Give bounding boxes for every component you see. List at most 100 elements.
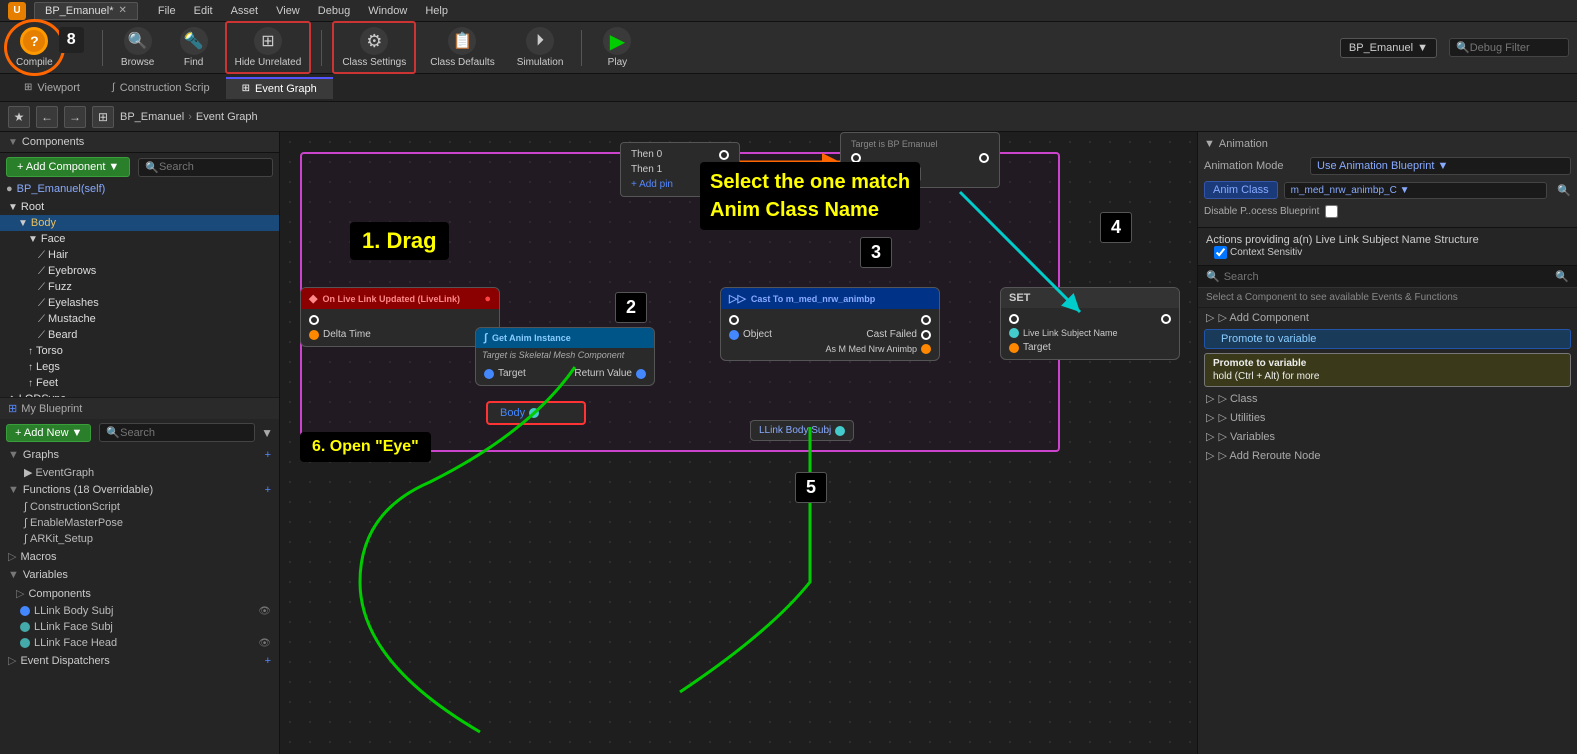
body-sub-node[interactable]: Body xyxy=(486,401,586,425)
promote-to-variable-item[interactable]: Promote to variable xyxy=(1204,329,1571,349)
simulation-icon: ⏵ xyxy=(526,27,554,55)
node-set[interactable]: SET Live Link Subject Name Target xyxy=(1000,287,1180,360)
tree-eyebrows[interactable]: ⟋ Eyebrows xyxy=(0,263,279,279)
menu-view[interactable]: View xyxy=(268,3,308,19)
actions-search-input[interactable] xyxy=(1224,271,1552,283)
class-settings-button[interactable]: ⚙ Class Settings xyxy=(332,21,416,74)
menu-debug[interactable]: Debug xyxy=(310,3,358,19)
menu-asset[interactable]: Asset xyxy=(223,3,267,19)
menu-edit[interactable]: Edit xyxy=(186,3,221,19)
llink-face-head-item[interactable]: LLink Face Head 👁 xyxy=(0,635,279,651)
breadcrumb-forward[interactable]: → xyxy=(64,106,86,128)
add-component-category[interactable]: ▷ ▷ Add Component xyxy=(1198,308,1577,327)
tree-face[interactable]: ▼ Face xyxy=(0,231,279,247)
tab-event-graph[interactable]: ⊞ Event Graph xyxy=(226,77,333,99)
tree-body[interactable]: ▼ Body xyxy=(0,215,279,231)
breadcrumb-graph[interactable]: Event Graph xyxy=(196,111,258,123)
tree-beard[interactable]: ⟋ Beard xyxy=(0,327,279,343)
component-tree: ▼ Root ▼ Body ▼ Face ⟋ Hair ⟋ xyxy=(0,197,279,397)
llink-face-subj-item[interactable]: LLink Face Subj xyxy=(0,619,279,635)
component-search-input[interactable] xyxy=(159,161,266,173)
simulation-button[interactable]: ⏵ Simulation xyxy=(509,23,572,72)
ll-close[interactable]: ● xyxy=(484,293,491,305)
node-get-anim[interactable]: ∫ Get Anim Instance Target is Skeletal M… xyxy=(475,327,655,386)
event-dispatchers-section[interactable]: ▷ Event Dispatchers + xyxy=(0,651,279,670)
tree-root[interactable]: ▼ Root xyxy=(0,199,279,215)
bp-dropdown-arrow[interactable]: ▼ xyxy=(1417,42,1428,54)
compile-button[interactable]: ? Compile xyxy=(8,23,61,72)
functions-add-btn[interactable]: + xyxy=(265,484,271,496)
tab-construction[interactable]: ∫ Construction Scrip xyxy=(96,78,226,98)
menu-help[interactable]: Help xyxy=(417,3,456,19)
anim-mode-dropdown[interactable]: Use Animation Blueprint ▼ xyxy=(1310,157,1571,175)
tree-lod-sync[interactable]: ◆ LODSync xyxy=(0,391,279,397)
llink-face-head-eye[interactable]: 👁 xyxy=(258,638,271,649)
breadcrumb-bp[interactable]: BP_Emanuel xyxy=(120,111,184,123)
menu-file[interactable]: File xyxy=(150,3,184,19)
anim-collapse[interactable]: ▼ xyxy=(1204,138,1215,150)
add-component-button[interactable]: + Add Component ▼ xyxy=(6,157,130,177)
component-search[interactable]: 🔍 xyxy=(138,158,273,177)
select-text: Select the one match xyxy=(710,168,910,196)
debug-filter-input[interactable] xyxy=(1470,42,1562,54)
functions-section[interactable]: ▼ Functions (18 Overridable) + xyxy=(0,481,279,499)
anim-class-button[interactable]: Anim Class xyxy=(1204,181,1278,199)
find-button[interactable]: 🔦 Find xyxy=(169,23,219,72)
macros-section[interactable]: ▷ Macros xyxy=(0,547,279,566)
enable-master-pose-item[interactable]: ∫ EnableMasterPose xyxy=(0,515,279,531)
tree-torso[interactable]: ↑ Torso xyxy=(0,343,279,359)
simulation-label: Simulation xyxy=(517,57,564,68)
play-button[interactable]: ▶ Play xyxy=(592,23,642,72)
llink-body-subj-node[interactable]: LLink Body Subj xyxy=(750,420,854,441)
hair-label: Hair xyxy=(48,249,68,261)
anim-class-btn-label: Anim Class xyxy=(1213,184,1269,196)
add-new-button[interactable]: + Add New ▼ xyxy=(6,424,91,442)
tree-legs[interactable]: ↑ Legs xyxy=(0,359,279,375)
anim-class-dropdown[interactable]: m_med_nrw_animbp_C ▼ xyxy=(1284,182,1548,199)
class-category[interactable]: ▷ ▷ Class xyxy=(1198,389,1577,408)
event-graph-item[interactable]: ▶ EventGraph xyxy=(0,464,279,481)
node-live-link[interactable]: ◆ On Live Link Updated (LiveLink) ● Delt… xyxy=(300,287,500,347)
arkit-setup-item[interactable]: ∫ ARKit_Setup xyxy=(0,531,279,547)
graphs-add-btn[interactable]: + xyxy=(265,449,271,461)
llink-body-eye[interactable]: 👁 xyxy=(258,606,271,617)
bp-search[interactable]: 🔍 xyxy=(99,423,255,442)
bp-search-options[interactable]: ▼ xyxy=(261,426,273,440)
disable-checkbox[interactable] xyxy=(1325,205,1338,218)
llink-body-subj-item[interactable]: LLink Body Subj 👁 xyxy=(0,603,279,619)
graph-canvas[interactable]: 1. Drag 6. Open "Eye" Select the one mat… xyxy=(280,132,1197,754)
graphs-label: Graphs xyxy=(23,449,59,461)
variables-category[interactable]: ▷ ▷ Variables xyxy=(1198,427,1577,446)
menu-window[interactable]: Window xyxy=(360,3,415,19)
tab-viewport[interactable]: ⊞ Viewport xyxy=(8,78,96,98)
browse-button[interactable]: 🔍 Browse xyxy=(113,23,163,72)
reroute-category[interactable]: ▷ ▷ Add Reroute Node xyxy=(1198,446,1577,465)
class-defaults-button[interactable]: 📋 Class Defaults xyxy=(422,23,502,72)
component-search-icon: 🔍 xyxy=(145,161,159,174)
node-cast[interactable]: ▷▷ Cast To m_med_nrw_animbp Object Cast … xyxy=(720,287,940,361)
anim-class-search-btn[interactable]: 🔍 xyxy=(1557,184,1571,197)
pin-target-in: Target Return Value xyxy=(484,366,646,381)
construction-script-item[interactable]: ∫ ConstructionScript xyxy=(0,499,279,515)
tab-close[interactable]: ✕ xyxy=(119,5,127,16)
tree-feet[interactable]: ↑ Feet xyxy=(0,375,279,391)
components-subsection[interactable]: ▷ Components xyxy=(0,584,279,603)
debug-filter-search[interactable]: 🔍 xyxy=(1449,38,1569,57)
graphs-section[interactable]: ▼ Graphs + xyxy=(0,446,279,464)
context-sensitive-checkbox[interactable] xyxy=(1214,246,1227,259)
utilities-category[interactable]: ▷ ▷ Utilities xyxy=(1198,408,1577,427)
components-collapse[interactable]: ▼ xyxy=(8,137,18,148)
actions-search-btn[interactable]: 🔍 xyxy=(1555,270,1569,283)
tree-eyelashes[interactable]: ⟋ Eyelashes xyxy=(0,295,279,311)
tree-hair[interactable]: ⟋ Hair xyxy=(0,247,279,263)
variables-section[interactable]: ▼ Variables xyxy=(0,566,279,584)
bp-selector[interactable]: BP_Emanuel ▼ xyxy=(1340,38,1437,58)
tree-fuzz[interactable]: ⟋ Fuzz xyxy=(0,279,279,295)
hide-unrelated-button[interactable]: ⊞ Hide Unrelated xyxy=(225,21,312,74)
tree-mustache[interactable]: ⟋ Mustache xyxy=(0,311,279,327)
bp-search-input[interactable] xyxy=(120,427,248,439)
app-tab[interactable]: BP_Emanuel* ✕ xyxy=(34,2,138,20)
breadcrumb-back[interactable]: ← xyxy=(36,106,58,128)
breadcrumb-star[interactable]: ★ xyxy=(8,106,30,128)
ed-add-btn[interactable]: + xyxy=(265,655,271,667)
